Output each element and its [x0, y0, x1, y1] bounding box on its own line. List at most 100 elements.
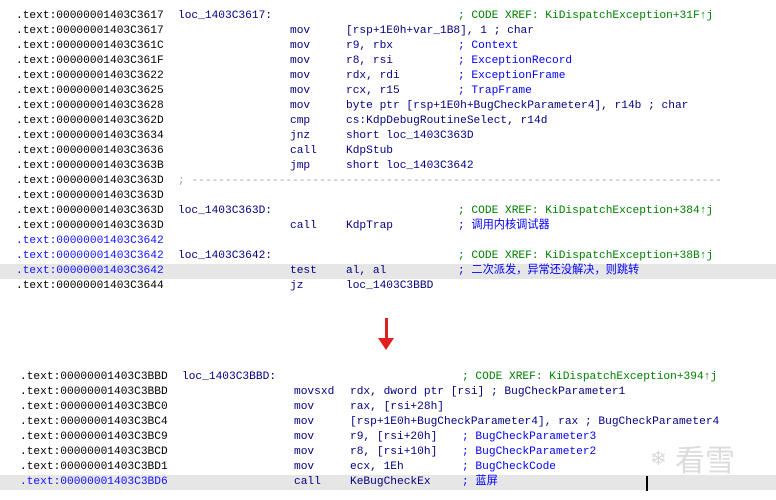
address: .text:00000001403C3BC9: [20, 431, 168, 443]
operands[interactable]: byte ptr [rsp+1E0h+BugCheckParameter4], …: [346, 99, 688, 114]
address: .text:00000001403C363B: [16, 160, 164, 172]
code-label[interactable]: loc_1403C363D:: [178, 204, 272, 219]
operands[interactable]: short loc_1403C363D: [346, 129, 474, 144]
operands[interactable]: rdx, rdi: [346, 69, 400, 84]
xref-comment: ; CODE XREF: KiDispatchException+31F↑j: [458, 10, 714, 22]
address: .text:00000001403C3642: [16, 235, 164, 247]
operands[interactable]: rcx, r15: [346, 84, 400, 99]
operands[interactable]: r8, [rsi+10h]: [350, 445, 437, 460]
code-line[interactable]: .text:00000001403C361F mov r8, rsi ; Except…: [0, 54, 776, 69]
address: .text:00000001403C3BBD: [20, 386, 168, 398]
operands[interactable]: cs:KdpDebugRoutineSelect, r14d: [346, 114, 547, 129]
code-line[interactable]: .text:00000001403C363B jmp short loc_1403C…: [0, 159, 776, 174]
code-line[interactable]: .text:00000001403C363D call KdpTrap ; 调用内核调…: [0, 219, 776, 234]
comment: ; BugCheckCode: [462, 461, 556, 473]
operands[interactable]: short loc_1403C3642: [346, 159, 474, 174]
operands[interactable]: KdpTrap: [346, 219, 393, 234]
address: .text:00000001403C3BBD: [20, 371, 168, 383]
mnemonic: mov: [290, 100, 311, 112]
operands[interactable]: al, al: [346, 264, 386, 279]
mnemonic: mov: [290, 25, 311, 37]
disassembly-block-top: .text:00000001403C3617 loc_1403C3617: ; CO…: [0, 9, 776, 294]
operands[interactable]: r9, [rsi+20h]: [350, 430, 437, 445]
operands[interactable]: KeBugCheckEx: [350, 475, 431, 490]
code-line[interactable]: .text:00000001403C3636 call KdpStub: [0, 144, 776, 159]
address: .text:00000001403C3628: [16, 100, 164, 112]
code-line[interactable]: .text:00000001403C3628 mov byte ptr [rsp+1…: [0, 99, 776, 114]
code-line[interactable]: .text:00000001403C362D cmp cs:KdpDebugRout…: [0, 114, 776, 129]
arrow-head: [378, 338, 394, 350]
snowflake-icon: ❄: [650, 446, 667, 470]
comment: ; 二次派发，异常还没解决，则跳转: [458, 265, 640, 277]
code-line[interactable]: .text:00000001403C3622 mov rdx, rdi ; Excep…: [0, 69, 776, 84]
code-line[interactable]: .text:00000001403C363D loc_1403C363D: ; CO…: [0, 204, 776, 219]
code-line[interactable]: .text:00000001403C3BC4 mov [rsp+1E0h+BugCh…: [0, 415, 776, 430]
code-line[interactable]: .text:00000001403C3BC0 mov rax, [rsi+28h]: [0, 400, 776, 415]
code-label[interactable]: loc_1403C3642:: [178, 249, 272, 264]
code-line[interactable]: .text:00000001403C3BD6 call KeBugCheckEx ; …: [0, 475, 776, 490]
mnemonic: jz: [290, 280, 304, 292]
address: .text:00000001403C363D: [16, 175, 164, 187]
mnemonic: call: [290, 145, 317, 157]
code-line[interactable]: .text:00000001403C3BBD loc_1403C3BBD: ; CO…: [0, 370, 776, 385]
address: .text:00000001403C3642: [16, 250, 164, 262]
code-line[interactable]: .text:00000001403C3617 loc_1403C3617: ; CO…: [0, 9, 776, 24]
address: .text:00000001403C362D: [16, 115, 164, 127]
operands[interactable]: r8, rsi: [346, 54, 393, 69]
operands[interactable]: [rsp+1E0h+BugCheckParameter4], rax ; Bug…: [350, 415, 719, 430]
operands[interactable]: rdx, dword ptr [rsi] ; BugCheckParameter…: [350, 385, 625, 400]
code-line[interactable]: .text:00000001403C3642 test al, al ; 二次派发，异…: [0, 264, 776, 279]
operands[interactable]: rax, [rsi+28h]: [350, 400, 444, 415]
mnemonic: mov: [290, 70, 311, 82]
mnemonic: movsxd: [294, 386, 335, 398]
address: .text:00000001403C361C: [16, 40, 164, 52]
code-line[interactable]: .text:00000001403C3642 loc_1403C3642: ; CO…: [0, 249, 776, 264]
address: .text:00000001403C3634: [16, 130, 164, 142]
operands[interactable]: loc_1403C3BBD: [346, 279, 433, 294]
code-line[interactable]: .text:00000001403C363D: [0, 189, 776, 204]
separator-line: ; --------------------------------------…: [178, 175, 722, 187]
comment: ; ExceptionFrame: [458, 70, 566, 82]
code-line[interactable]: .text:00000001403C3642: [0, 234, 776, 249]
operands[interactable]: [rsp+1E0h+var_1B8], 1 ; char: [346, 24, 534, 39]
comment: ; 蓝屏: [462, 476, 498, 488]
mnemonic: mov: [294, 446, 315, 458]
address: .text:00000001403C3BD6: [20, 476, 168, 488]
mnemonic: mov: [294, 401, 315, 413]
code-line[interactable]: .text:00000001403C3644 jz loc_1403C3BBD: [0, 279, 776, 294]
address: .text:00000001403C3642: [16, 265, 164, 277]
arrow-shaft: [384, 318, 388, 340]
operands[interactable]: ecx, 1Eh: [350, 460, 404, 475]
operands[interactable]: r9, rbx: [346, 39, 393, 54]
code-line[interactable]: .text:00000001403C3BBD movsxd rdx, dword p…: [0, 385, 776, 400]
address: .text:00000001403C363D: [16, 205, 164, 217]
code-line[interactable]: .text:00000001403C3617 mov [rsp+1E0h+var_1…: [0, 24, 776, 39]
address: .text:00000001403C3622: [16, 70, 164, 82]
mnemonic: jmp: [290, 160, 311, 172]
address: .text:00000001403C3BC0: [20, 401, 168, 413]
address: .text:00000001403C3625: [16, 85, 164, 97]
comment: ; BugCheckParameter2: [462, 446, 597, 458]
code-line[interactable]: .text:00000001403C361C mov r9, rbx ; Contex…: [0, 39, 776, 54]
mnemonic: cmp: [290, 115, 311, 127]
comment: ; BugCheckParameter3: [462, 431, 597, 443]
comment: ; Context: [458, 40, 519, 52]
code-line[interactable]: .text:00000001403C363D ; ----------------…: [0, 174, 776, 189]
code-label[interactable]: loc_1403C3617:: [178, 9, 272, 24]
disassembly-block-bottom: .text:00000001403C3BBD loc_1403C3BBD: ; CO…: [0, 370, 776, 490]
operands[interactable]: KdpStub: [346, 144, 393, 159]
address: .text:00000001403C3BCD: [20, 446, 168, 458]
address: .text:00000001403C3BC4: [20, 416, 168, 428]
code-line[interactable]: .text:00000001403C3634 jnz short loc_1403C…: [0, 129, 776, 144]
mnemonic: mov: [294, 461, 315, 473]
xref-comment: ; CODE XREF: KiDispatchException+38B↑j: [458, 250, 714, 262]
mnemonic: call: [290, 220, 317, 232]
mnemonic: mov: [290, 85, 311, 97]
text-cursor: [646, 476, 648, 491]
xref-comment: ; CODE XREF: KiDispatchException+384↑j: [458, 205, 714, 217]
code-label[interactable]: loc_1403C3BBD:: [182, 370, 276, 385]
address: .text:00000001403C3636: [16, 145, 164, 157]
mnemonic: mov: [290, 40, 311, 52]
code-line[interactable]: .text:00000001403C3625 mov rcx, r15 ; TrapF…: [0, 84, 776, 99]
code-line[interactable]: .text:00000001403C3BC9 mov r9, [rsi+20h] ; …: [0, 430, 776, 445]
